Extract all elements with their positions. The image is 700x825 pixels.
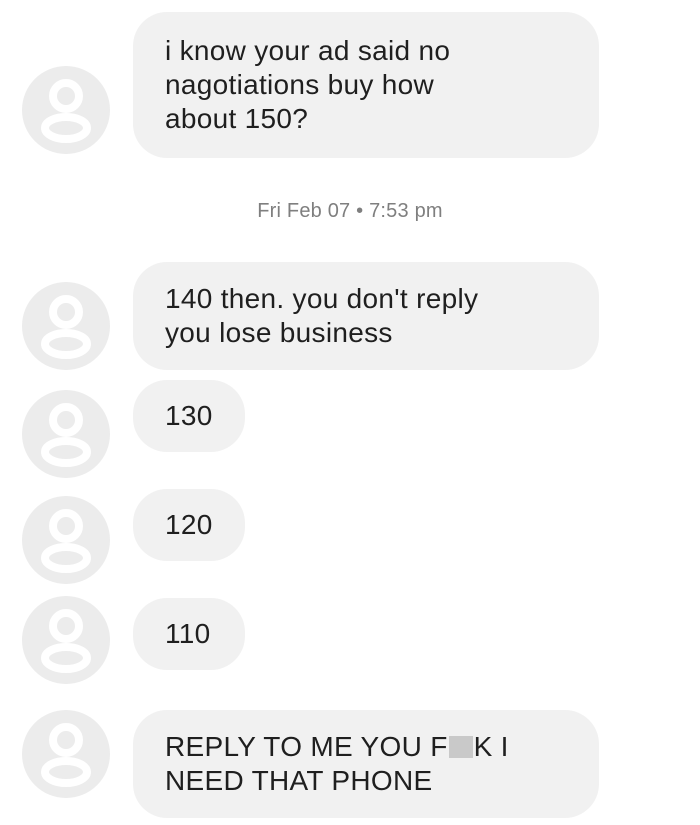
message-bubble[interactable]: 130 <box>133 380 245 452</box>
message-text: REPLY TO ME YOU F K I NEED THAT PHONE <box>165 730 509 798</box>
avatar[interactable] <box>22 390 110 478</box>
message-text: 120 <box>165 509 213 540</box>
default-profile-icon <box>41 79 91 143</box>
message-bubble[interactable]: i know your ad said no nagotiations buy … <box>133 12 599 158</box>
default-profile-icon <box>41 295 91 359</box>
message-bubble[interactable]: 140 then. you don't reply you lose busin… <box>133 262 599 370</box>
avatar[interactable] <box>22 596 110 684</box>
avatar[interactable] <box>22 496 110 584</box>
message-text: 110 <box>165 618 211 649</box>
avatar[interactable] <box>22 66 110 154</box>
message-text: i know your ad said no nagotiations buy … <box>165 35 451 134</box>
message-text: 140 then. you don't reply you lose busin… <box>165 283 479 348</box>
message-text: 130 <box>165 400 213 431</box>
default-profile-icon <box>41 403 91 467</box>
default-profile-icon <box>41 509 91 573</box>
censor-blur <box>448 736 473 758</box>
message-line-1-start: REPLY TO ME YOU F <box>165 731 448 762</box>
message-bubble[interactable]: 110 <box>133 598 245 670</box>
message-line-2: NEED THAT PHONE <box>165 765 433 796</box>
message-line-1-end: K I <box>473 731 509 762</box>
avatar[interactable] <box>22 710 110 798</box>
timestamp: Fri Feb 07 • 7:53 pm <box>257 200 443 222</box>
default-profile-icon <box>41 609 91 673</box>
message-bubble[interactable]: 120 <box>133 489 245 561</box>
message-bubble[interactable]: REPLY TO ME YOU F K I NEED THAT PHONE <box>133 710 599 818</box>
avatar[interactable] <box>22 282 110 370</box>
default-profile-icon <box>41 723 91 787</box>
